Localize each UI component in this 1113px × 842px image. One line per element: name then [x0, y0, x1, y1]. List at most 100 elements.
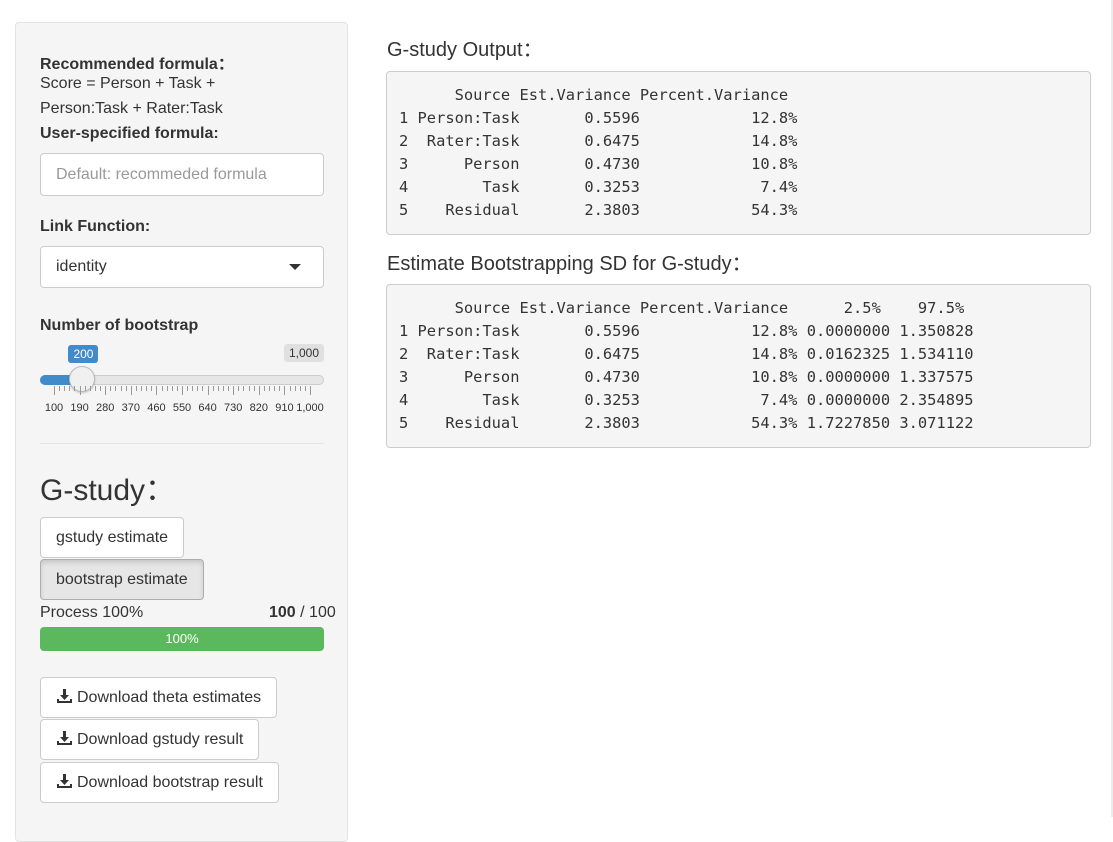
slider-tick	[146, 386, 148, 391]
slider-tick	[289, 386, 291, 391]
slider-tick	[192, 386, 194, 391]
slider-tick	[263, 386, 265, 391]
slider-value-bubble: 200	[68, 345, 99, 363]
progress-fill: 100%	[40, 627, 324, 651]
slider-tick	[105, 386, 107, 395]
gstudy-output-title: G-study Output：	[387, 39, 543, 61]
slider-tick	[217, 386, 219, 391]
link-function-select[interactable]: identity	[40, 246, 324, 288]
slider-tick	[151, 386, 153, 391]
slider-tick	[69, 386, 71, 391]
download-icon	[57, 689, 72, 703]
slider-tick	[89, 386, 91, 391]
slider-tick-label: 460	[147, 402, 166, 414]
slider-tick	[135, 386, 137, 391]
recommended-formula-line2: Person:Task + Rater:Task	[40, 100, 223, 117]
slider-tick-label: 550	[172, 402, 192, 414]
slider-tick-label: 280	[96, 402, 115, 414]
slider-tick	[212, 386, 214, 391]
process-total: / 100	[300, 604, 336, 621]
gstudy-estimate-button[interactable]: gstudy estimate	[40, 517, 185, 558]
gstudy-heading: G-study：	[40, 474, 176, 507]
slider-tick	[64, 386, 66, 391]
slider-tick	[74, 386, 76, 391]
bootstrap-sd-title: Estimate Bootstrapping SD for G-study：	[387, 253, 752, 275]
download-gstudy-button[interactable]: Download gstudy result	[40, 719, 260, 760]
download-icon	[57, 731, 72, 745]
slider-tick	[166, 386, 168, 391]
bootstrap-slider[interactable]: 200 1,000 100 190 280 370 460 550 640 730 820 910…	[40, 341, 324, 421]
slider-tick	[304, 386, 306, 391]
slider-tick-label: 1,000	[296, 402, 324, 414]
slider-tick	[94, 386, 96, 391]
slider-max-bubble: 1,000	[283, 344, 324, 362]
slider-tick-label: 730	[224, 402, 243, 414]
progress-bar: 100%	[40, 627, 324, 651]
bootstrap-sd-table: Source Est.Variance Percent.Variance 2.5…	[386, 284, 1091, 448]
user-formula-label: User-specified formula:	[40, 125, 219, 142]
slider-tick	[141, 386, 143, 391]
link-function-label: Link Function:	[40, 218, 151, 235]
slider-tick	[187, 386, 189, 391]
slider-ticks	[40, 386, 324, 398]
slider-tick	[310, 386, 311, 395]
recommended-formula-line1: Score = Person + Task +	[40, 75, 216, 92]
slider-tick	[100, 386, 102, 391]
user-formula-input[interactable]	[40, 153, 324, 196]
gstudy-output-table: Source Est.Variance Percent.Variance 1 P…	[386, 71, 1091, 235]
slider-tick	[110, 386, 112, 391]
slider-tick	[120, 386, 122, 391]
download-theta-label: Download theta estimates	[77, 689, 262, 706]
download-bootstrap-label: Download bootstrap result	[77, 774, 263, 791]
slider-tick	[125, 386, 127, 391]
slider-tick	[253, 386, 255, 391]
bootstrap-estimate-button[interactable]: bootstrap estimate	[40, 559, 204, 600]
download-theta-button[interactable]: Download theta estimates	[40, 677, 278, 718]
slider-tick	[171, 386, 173, 391]
recommended-formula-label: Recommended formula：	[40, 56, 234, 73]
slider-tick	[269, 386, 271, 391]
slider-tick	[294, 386, 296, 391]
slider-tick	[222, 386, 224, 391]
download-icon	[57, 774, 72, 788]
process-done: 100	[269, 604, 296, 621]
slider-tick	[59, 386, 61, 391]
slider-tick	[258, 386, 260, 395]
slider-tick	[115, 386, 117, 391]
slider-tick-label: 370	[121, 402, 140, 414]
slider-tick	[79, 386, 81, 395]
slider-tick	[197, 386, 199, 391]
slider-tick	[233, 386, 235, 395]
slider-tick-label: 100	[44, 402, 64, 414]
caret-down-icon	[289, 264, 301, 270]
slider-tick	[279, 386, 281, 391]
slider-tick	[130, 386, 132, 395]
slider-tick	[84, 386, 86, 391]
link-function-value: identity	[56, 258, 107, 275]
slider-tick	[156, 386, 158, 395]
process-count: 100 / 100	[269, 604, 336, 622]
slider-tick	[284, 386, 286, 395]
slider-tick-label: 640	[198, 402, 217, 414]
slider-tick-label: 820	[249, 402, 268, 414]
download-bootstrap-button[interactable]: Download bootstrap result	[40, 762, 279, 803]
slider-tick	[182, 386, 183, 395]
slider-tick	[54, 386, 55, 395]
slider-tick	[243, 386, 245, 391]
sidebar-panel: Recommended formula： Score = Person + Ta…	[15, 22, 348, 842]
bootstrap-number-label: Number of bootstrap	[40, 317, 199, 334]
process-label: Process 100%	[40, 604, 144, 621]
slider-tick	[299, 386, 301, 391]
slider-tick	[274, 386, 276, 391]
slider-tick	[176, 386, 178, 391]
slider-tick	[238, 386, 240, 391]
slider-tick-labels: 100 190 280 370 460 550 640 730 820 910 1,000	[40, 402, 324, 416]
slider-tick	[248, 386, 250, 391]
slider-tick	[207, 386, 209, 395]
slider-tick-label: 910	[275, 402, 294, 414]
download-gstudy-label: Download gstudy result	[77, 731, 244, 748]
slider-tick	[202, 386, 204, 391]
slider-tick	[161, 386, 163, 391]
divider	[40, 443, 324, 444]
slider-tick	[228, 386, 230, 391]
